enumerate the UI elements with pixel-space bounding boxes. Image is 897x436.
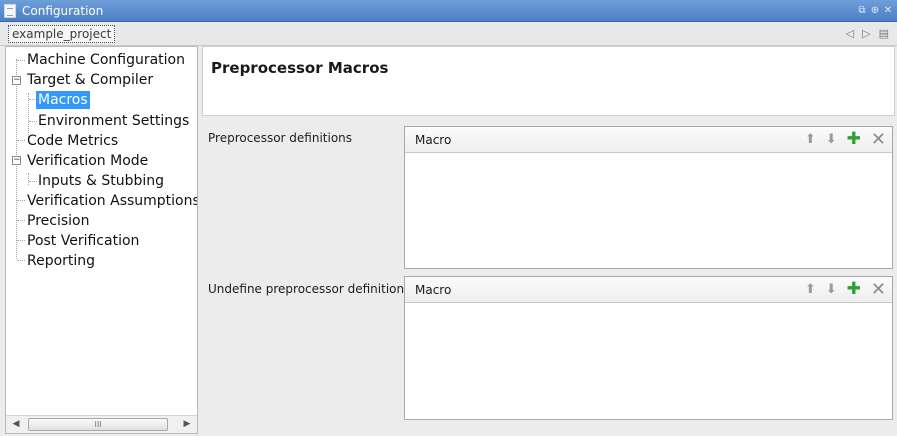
- tree-item-post-verification[interactable]: Post Verification: [26, 231, 140, 251]
- tree-item-label: Reporting: [27, 253, 96, 269]
- tree-item-label: Verification Assumptions: [27, 193, 198, 209]
- tree-item-label: Post Verification: [27, 233, 140, 249]
- table-header: Macro ⬆ ⬇ ✚ ✕: [405, 127, 892, 153]
- tree-connector: [17, 260, 25, 261]
- close-icon[interactable]: ✕: [883, 5, 893, 16]
- tree-item-label: Target & Compiler: [27, 72, 154, 88]
- move-up-icon[interactable]: ⬆: [805, 283, 816, 296]
- tree-item-machine-configuration[interactable]: Machine Configuration: [26, 50, 186, 70]
- column-header-macro: Macro: [415, 132, 452, 147]
- undefine-preprocessor-definitions-table[interactable]: Macro ⬆ ⬇ ✚ ✕: [404, 276, 893, 420]
- tree-item-verification-mode[interactable]: Verification Mode: [26, 151, 149, 171]
- document-icon: [4, 3, 16, 18]
- move-up-icon[interactable]: ⬆: [805, 133, 816, 146]
- add-icon[interactable]: ✚: [847, 131, 861, 148]
- tree-connector: [29, 121, 37, 122]
- restore-icon[interactable]: ⧉: [857, 5, 867, 16]
- pin-icon[interactable]: ⊕: [870, 5, 880, 16]
- tree-item-label: Code Metrics: [27, 133, 119, 149]
- preprocessor-definitions-label: Preprocessor definitions: [208, 131, 353, 145]
- scrollbar-thumb[interactable]: III: [28, 418, 168, 431]
- table-toolbar: ⬆ ⬇ ✚ ✕: [805, 131, 886, 149]
- tree-item-code-metrics[interactable]: Code Metrics: [26, 131, 119, 151]
- tree-connector: [17, 200, 25, 201]
- tree-item-label: Machine Configuration: [27, 52, 185, 68]
- tree-connector: [17, 240, 25, 241]
- project-nav-controls: ◁ ▷ ▤: [846, 27, 889, 40]
- tree-item-label: Verification Mode: [27, 153, 149, 169]
- preprocessor-definitions-table[interactable]: Macro ⬆ ⬇ ✚ ✕: [404, 126, 893, 269]
- tree-item-label: Precision: [27, 213, 90, 229]
- window-title: Configuration: [22, 3, 104, 18]
- tree-item-macros[interactable]: Macros: [36, 90, 90, 110]
- project-bar: example_project ◁ ▷ ▤: [0, 22, 897, 46]
- add-icon[interactable]: ✚: [847, 281, 861, 298]
- tree-connector: [29, 181, 37, 182]
- collapse-icon[interactable]: −: [12, 156, 21, 165]
- tree-item-target-compiler[interactable]: Target & Compiler: [26, 70, 154, 90]
- section-header: Preprocessor Macros: [202, 46, 895, 116]
- scroll-left-icon[interactable]: ◀: [8, 416, 24, 433]
- previous-icon[interactable]: ◁: [846, 27, 854, 40]
- window-controls: ⧉ ⊕ ✕: [857, 5, 893, 16]
- table-header: Macro ⬆ ⬇ ✚ ✕: [405, 277, 892, 303]
- table-toolbar: ⬆ ⬇ ✚ ✕: [805, 281, 886, 299]
- tree-item-environment-settings[interactable]: Environment Settings: [37, 111, 190, 131]
- tree-item-reporting[interactable]: Reporting: [26, 251, 96, 271]
- move-down-icon[interactable]: ⬇: [826, 133, 837, 146]
- scroll-right-icon[interactable]: ▶: [179, 416, 195, 433]
- tree-item-label: Inputs & Stubbing: [38, 173, 165, 189]
- tree-connector: [17, 60, 25, 61]
- next-icon[interactable]: ▷: [862, 27, 870, 40]
- list-icon[interactable]: ▤: [879, 27, 889, 40]
- column-header-macro: Macro: [415, 282, 452, 297]
- tree-item-precision[interactable]: Precision: [26, 211, 90, 231]
- tree-horizontal-scrollbar[interactable]: ◀ III ▶: [6, 415, 197, 433]
- tree-item-label: Macros: [36, 91, 90, 109]
- tree-item-verification-assumptions[interactable]: Verification Assumptions: [26, 191, 198, 211]
- page-title: Preprocessor Macros: [211, 59, 389, 77]
- project-tab[interactable]: example_project: [8, 24, 116, 43]
- remove-icon[interactable]: ✕: [871, 281, 886, 299]
- macros-settings-pane: Preprocessor Macros Preprocessor definit…: [202, 46, 895, 436]
- undefine-preprocessor-definitions-label: Undefine preprocessor definitions: [208, 282, 411, 296]
- tree-connector: [17, 140, 25, 141]
- collapse-icon[interactable]: −: [12, 76, 21, 85]
- tree-connector: [28, 173, 29, 185]
- move-down-icon[interactable]: ⬇: [826, 283, 837, 296]
- tree-connector: [17, 220, 25, 221]
- tree-item-inputs-stubbing[interactable]: Inputs & Stubbing: [37, 171, 165, 191]
- window-title-bar: Configuration ⧉ ⊕ ✕: [0, 0, 897, 22]
- configuration-tree: − − Machine Configuration Target & Compi…: [5, 46, 198, 434]
- remove-icon[interactable]: ✕: [871, 131, 886, 149]
- tree-item-label: Environment Settings: [38, 113, 190, 129]
